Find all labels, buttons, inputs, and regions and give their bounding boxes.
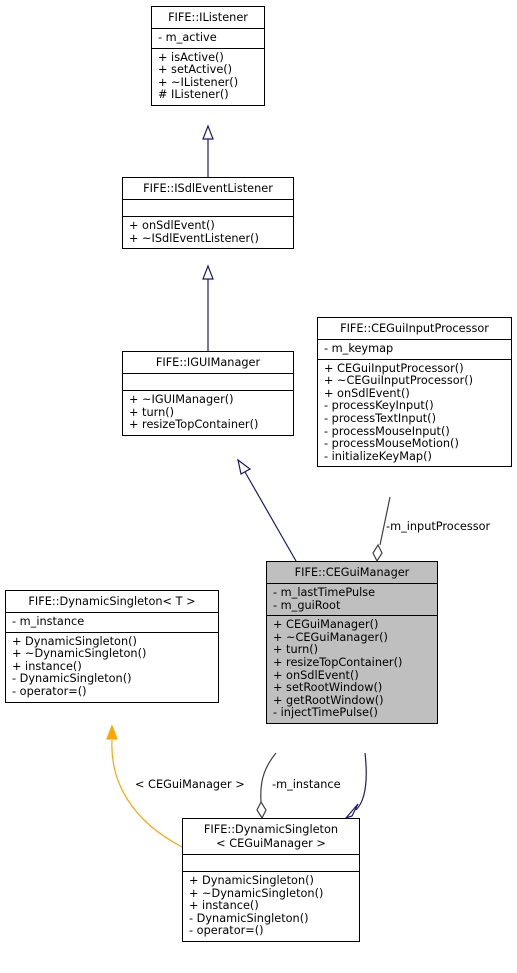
class-title: FIFE::DynamicSingleton < CEGuiManager > (183, 819, 359, 854)
method: - injectTimePulse() (273, 706, 378, 720)
method: + onSdlEvent() (129, 219, 215, 232)
method: + DynamicSingleton() (189, 874, 314, 887)
class-dynamicsingleton-ceguimanager[interactable]: FIFE::DynamicSingleton < CEGuiManager > … (182, 818, 360, 942)
methods-section: + isActive() + setActive() + ~IListener(… (152, 47, 264, 105)
inherit-edge-igui-to-isdl (202, 264, 214, 351)
class-title-line: < CEGuiManager > (216, 837, 326, 850)
class-dynamicsingleton-template[interactable]: FIFE::DynamicSingleton< T > - m_instance… (5, 590, 219, 703)
attributes-section (123, 199, 293, 216)
class-title-line: FIFE::DynamicSingleton (203, 823, 339, 836)
method: - initializeKeyMap() (324, 449, 432, 463)
method: # IListener() (158, 88, 229, 102)
class-title: FIFE::IGUIManager (155, 356, 261, 369)
method: + ~CEGuiInputProcessor() (324, 374, 474, 388)
method: + ~DynamicSingleton() (12, 647, 147, 661)
aggregation-diamond-icon (372, 543, 383, 563)
aggregation-diamond-icon (256, 800, 267, 820)
class-ilistener[interactable]: FIFE::IListener - m_active + isActive() … (151, 6, 265, 106)
class-iguimanager[interactable]: FIFE::IGUIManager + ~IGUIManager() + tur… (122, 351, 294, 436)
edge-label-input-processor: -m_inputProcessor (386, 520, 491, 533)
methods-section: + DynamicSingleton() + ~DynamicSingleton… (6, 631, 218, 702)
inheritance-arrow-icon (344, 803, 359, 820)
methods-section: + DynamicSingleton() + ~DynamicSingleton… (183, 871, 359, 941)
method: + setActive() (158, 63, 233, 77)
attributes-section: - m_keymap (318, 339, 511, 359)
method: + instance() (189, 899, 259, 913)
attributes-section: - m_active (152, 28, 264, 48)
class-title: FIFE::CEGuiInputProcessor (340, 322, 489, 335)
inheritance-arrow-icon (237, 458, 252, 475)
inheritance-arrow-icon (202, 124, 214, 140)
method: - processTextInput() (324, 411, 436, 425)
class-ceguimanager[interactable]: FIFE::CEGuiManager - m_lastTimePulse - m… (266, 561, 438, 724)
class-title: FIFE::DynamicSingleton< T > (28, 595, 196, 608)
edge-label-instance: -m_instance (272, 778, 341, 791)
method: - operator=() (12, 684, 87, 698)
inherit-edge-cegui-to-singleton (344, 752, 367, 820)
method: + ~ISdlEventListener() (129, 231, 259, 245)
attributes-section: - m_instance (6, 612, 218, 632)
methods-section: + CEGuiManager() + ~CEGuiManager() + tur… (267, 615, 437, 723)
attributes-section (183, 854, 359, 871)
method: + setRootWindow() (273, 681, 383, 695)
class-isdleventlistener[interactable]: FIFE::ISdlEventListener + onSdlEvent() +… (122, 177, 294, 250)
class-title: FIFE::IListener (168, 11, 248, 24)
class-title: FIFE::ISdlEventListener (143, 182, 273, 195)
method: + resizeTopContainer() (129, 418, 259, 432)
method: + resizeTopContainer() (273, 655, 403, 669)
methods-section: + onSdlEvent() + ~ISdlEventListener() (123, 216, 293, 248)
edge-label-template: < CEGuiManager > (135, 778, 245, 791)
attribute: - m_active (158, 31, 217, 44)
attributes-section (123, 373, 293, 390)
method: + ~IGUIManager() (129, 393, 234, 406)
attribute: - m_guiRoot (273, 598, 341, 612)
class-title: FIFE::CEGuiManager (294, 566, 410, 579)
inherit-edge-isdl-to-ilistener (202, 124, 214, 177)
method: - processMouseMotion() (324, 437, 459, 451)
inherit-edge-cegui-to-igui (237, 458, 297, 562)
template-arrow-icon (106, 724, 118, 740)
methods-section: + CEGuiInputProcessor() + ~CEGuiInputPro… (318, 358, 511, 467)
attributes-section: - m_lastTimePulse - m_guiRoot (267, 583, 437, 615)
class-ceguiinputprocessor[interactable]: FIFE::CEGuiInputProcessor - m_keymap + C… (317, 317, 512, 468)
inheritance-arrow-icon (202, 264, 214, 280)
methods-section: + ~IGUIManager() + turn() + resizeTopCon… (123, 390, 293, 435)
attribute: - m_lastTimePulse (273, 586, 376, 599)
method: + CEGuiManager() (273, 618, 379, 632)
attribute: - m_instance (12, 615, 85, 628)
method: - operator=() (189, 924, 264, 938)
attribute: - m_keymap (324, 342, 394, 355)
